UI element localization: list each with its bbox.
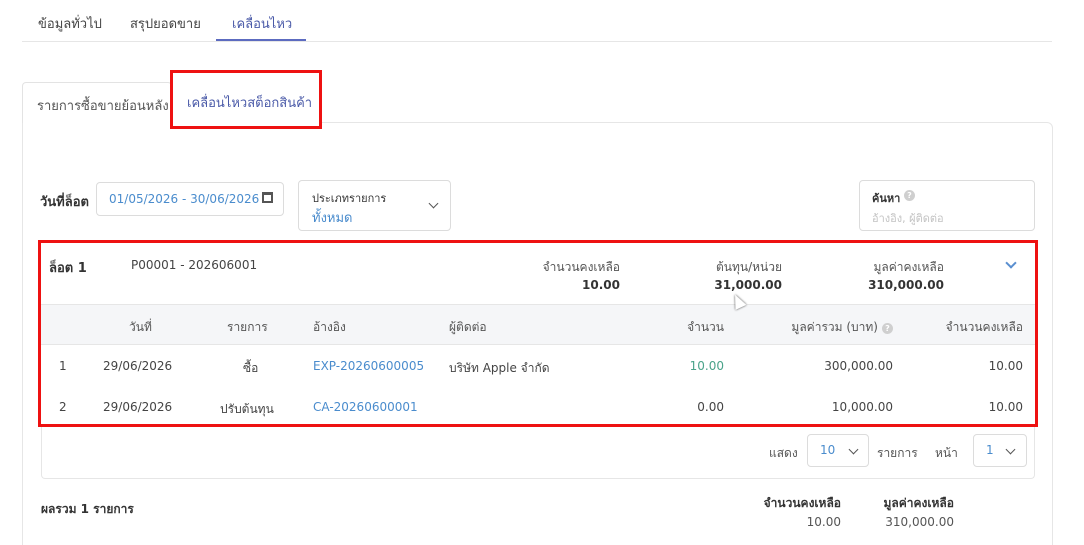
summary-remaining-qty-label: จำนวนคงเหลือ (542, 260, 620, 274)
summary-remaining-value-value: 310,000.00 (868, 278, 944, 292)
show-label: แสดง (769, 446, 798, 460)
total-remaining-value-value: 310,000.00 (885, 515, 954, 529)
tab-movement[interactable]: เคลื่อนไหว (232, 13, 292, 34)
summary-unit-cost-value: 31,000.00 (714, 278, 782, 292)
row-remaining-qty: 10.00 (988, 359, 1023, 373)
col-reference: อ้างอิง (313, 320, 346, 334)
row-number: 2 (59, 400, 67, 414)
row-total-value: 300,000.00 (824, 359, 893, 373)
pagination-bar: แสดง 10 รายการ หน้า 1 (41, 425, 1035, 479)
col-type: รายการ (227, 320, 268, 334)
row-date: 29/06/2026 (103, 400, 173, 414)
lot-code: P00001 - 202606001 (131, 258, 258, 272)
page-select[interactable]: 1 (973, 434, 1027, 467)
row-reference-link[interactable]: EXP-20260600005 (313, 359, 424, 373)
subtab-stock-movement-label: เคลื่อนไหวสต็อกสินค้า (187, 96, 313, 111)
page-size-value: 10 (820, 443, 836, 457)
subtab-transaction-history[interactable]: รายการซื้อขายย้อนหลัง (22, 82, 172, 123)
row-reference-link[interactable]: CA-20260600001 (313, 400, 418, 414)
transaction-type-value: ทั้งหมด (312, 211, 353, 226)
page-label: หน้า (935, 446, 958, 460)
row-quantity: 0.00 (697, 400, 724, 414)
col-contact: ผู้ติดต่อ (449, 320, 487, 334)
row-remaining-qty: 10.00 (988, 400, 1023, 414)
transaction-type-label: ประเภทรายการ (312, 192, 387, 205)
subtab-stock-movement[interactable]: เคลื่อนไหวสต็อกสินค้า (170, 70, 322, 129)
help-icon: ? (904, 190, 915, 201)
page-value: 1 (986, 443, 994, 457)
chevron-down-icon (1005, 444, 1016, 455)
row-date: 29/06/2026 (103, 359, 173, 373)
calendar-icon (262, 192, 273, 203)
row-total-value: 10,000.00 (831, 400, 893, 414)
search-placeholder: อ้างอิง, ผู้ติดต่อ (872, 212, 944, 225)
active-tab-indicator (216, 39, 306, 41)
items-label: รายการ (877, 446, 918, 460)
total-remaining-qty-value: 10.00 (806, 515, 841, 529)
col-remaining-qty: จำนวนคงเหลือ (945, 320, 1023, 334)
help-icon: ? (882, 323, 893, 334)
subtab-transaction-history-label: รายการซื้อขายย้อนหลัง (37, 99, 169, 114)
total-remaining-qty-header: จำนวนคงเหลือ (763, 496, 841, 510)
col-quantity: จำนวน (687, 320, 724, 334)
col-total-value: มูลค่ารวม (บาท)? (791, 318, 893, 337)
chevron-down-icon (848, 444, 859, 455)
table-row: 1 29/06/2026 ซื้อ EXP-20260600005 บริษัท… (41, 346, 1035, 386)
chevron-down-icon (428, 198, 439, 209)
summary-unit-cost-label: ต้นทุน/หน่วย (715, 260, 782, 274)
transaction-type-select[interactable]: ประเภทรายการ ทั้งหมด (298, 180, 451, 231)
total-remaining-value-header: มูลค่าคงเหลือ (883, 496, 955, 510)
lot-title: ล็อต 1 (49, 261, 87, 276)
date-range-value: 01/05/2026 - 30/06/2026 (109, 192, 260, 206)
summary-remaining-value-label: มูลค่าคงเหลือ (873, 260, 945, 274)
lot-date-label: วันที่ล็อต (40, 195, 89, 210)
lot-card: ล็อต 1 P00001 - 202606001 จำนวนคงเหลือ 1… (38, 240, 1038, 427)
date-range-picker[interactable]: 01/05/2026 - 30/06/2026 (96, 182, 284, 216)
row-number: 1 (59, 359, 67, 373)
chevron-down-icon[interactable] (1005, 257, 1017, 269)
row-type: ซื้อ (243, 361, 259, 375)
tab-sales-summary[interactable]: สรุปยอดขาย (130, 13, 201, 34)
page-size-select[interactable]: 10 (807, 434, 869, 467)
top-tab-bar: ข้อมูลทั่วไป สรุปยอดขาย เคลื่อนไหว (22, 0, 1052, 42)
search-label: ค้นหา (872, 192, 901, 205)
col-total-value-label: มูลค่ารวม (บาท) (791, 320, 878, 334)
tab-general-info[interactable]: ข้อมูลทั่วไป (38, 13, 102, 34)
table-row: 2 29/06/2026 ปรับต้นทุน CA-20260600001 0… (41, 387, 1035, 427)
search-input[interactable]: ค้นหา ? อ้างอิง, ผู้ติดต่อ (859, 180, 1035, 231)
row-quantity: 10.00 (689, 359, 724, 373)
summary-remaining-qty-value: 10.00 (582, 278, 620, 292)
row-contact: บริษัท Apple จำกัด (449, 361, 550, 375)
row-type: ปรับต้นทุน (220, 402, 274, 416)
table-header: วันที่ รายการ อ้างอิง ผู้ติดต่อ จำนวน มู… (41, 304, 1035, 345)
total-count-label: ผลรวม 1 รายการ (41, 502, 134, 516)
col-date: วันที่ (129, 320, 152, 334)
